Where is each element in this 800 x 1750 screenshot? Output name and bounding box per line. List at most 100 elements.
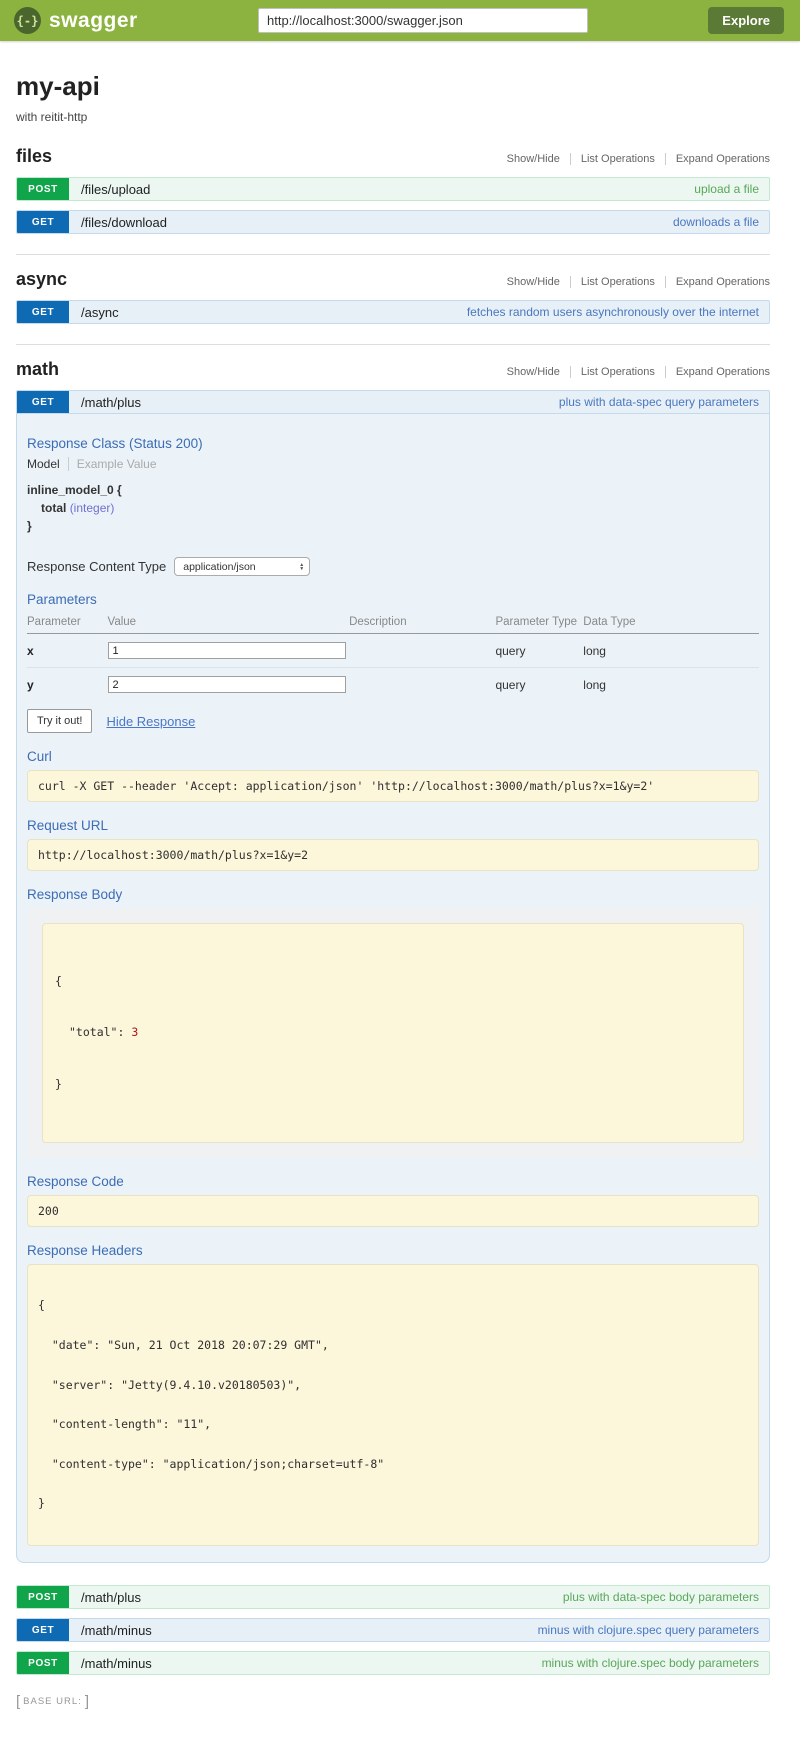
model-property: total (integer) xyxy=(41,499,759,517)
param-description xyxy=(349,634,495,668)
request-url-heading: Request URL xyxy=(27,818,759,833)
op-row-post-math-minus[interactable]: POST /math/minus minus with clojure.spec… xyxy=(16,1651,770,1675)
list-operations-link[interactable]: List Operations xyxy=(570,366,665,378)
section-title[interactable]: math xyxy=(16,359,59,380)
response-code-value: 200 xyxy=(27,1195,759,1227)
param-row-x: x query long xyxy=(27,634,759,668)
endpoint-path[interactable]: /files/download xyxy=(81,215,167,230)
response-code-heading: Response Code xyxy=(27,1174,759,1189)
param-data-type: long xyxy=(583,668,759,702)
swagger-logo-icon: {-} xyxy=(14,7,41,34)
section-async-header: async Show/Hide List Operations Expand O… xyxy=(16,269,770,290)
expand-operations-link[interactable]: Expand Operations xyxy=(665,153,770,165)
response-headers-heading: Response Headers xyxy=(27,1243,759,1258)
endpoint-summary: minus with clojure.spec query parameters xyxy=(538,1623,759,1637)
method-badge: POST xyxy=(17,178,69,200)
param-name: y xyxy=(27,668,108,702)
section-controls: Show/Hide List Operations Expand Operati… xyxy=(497,366,770,378)
response-body-heading: Response Body xyxy=(27,887,759,902)
show-hide-link[interactable]: Show/Hide xyxy=(497,153,570,165)
json-total-value: 3 xyxy=(131,1025,138,1039)
op-row-post-files-upload[interactable]: POST /files/upload upload a file xyxy=(16,177,770,201)
model-close-brace: } xyxy=(27,517,759,535)
col-data-type: Data Type xyxy=(583,613,759,634)
section-files-header: files Show/Hide List Operations Expand O… xyxy=(16,146,770,167)
headers-line: "content-type": "application/json;charse… xyxy=(38,1458,748,1471)
try-it-out-button[interactable]: Try it out! xyxy=(27,709,92,733)
section-math-header: math Show/Hide List Operations Expand Op… xyxy=(16,359,770,380)
method-badge: GET xyxy=(17,211,69,233)
endpoint-summary: upload a file xyxy=(694,182,759,196)
endpoint-summary: plus with data-spec query parameters xyxy=(559,395,759,409)
op-row-get-math-plus[interactable]: GET /math/plus plus with data-spec query… xyxy=(16,390,770,414)
endpoint-path[interactable]: /math/plus xyxy=(81,395,141,410)
param-type: query xyxy=(495,634,583,668)
expand-operations-link[interactable]: Expand Operations xyxy=(665,276,770,288)
model-tabs: Model Example Value xyxy=(27,457,759,471)
op-row-post-math-plus[interactable]: POST /math/plus plus with data-spec body… xyxy=(16,1585,770,1609)
endpoint-path[interactable]: /math/minus xyxy=(81,1656,152,1671)
request-url: http://localhost:3000/math/plus?x=1&y=2 xyxy=(27,839,759,871)
api-title: my-api xyxy=(16,71,770,102)
param-data-type: long xyxy=(583,634,759,668)
param-description xyxy=(349,668,495,702)
parameters-table: Parameter Value Description Parameter Ty… xyxy=(27,613,759,701)
method-badge: GET xyxy=(17,1619,69,1641)
section-controls: Show/Hide List Operations Expand Operati… xyxy=(497,276,770,288)
list-operations-link[interactable]: List Operations xyxy=(570,153,665,165)
api-subtitle: with reitit-http xyxy=(16,110,770,124)
endpoint-path[interactable]: /math/minus xyxy=(81,1623,152,1638)
col-value: Value xyxy=(108,613,350,634)
bracket-close: ] xyxy=(85,1693,89,1710)
tab-model[interactable]: Model xyxy=(27,457,68,471)
endpoint-path[interactable]: /files/upload xyxy=(81,182,150,197)
method-badge: POST xyxy=(17,1586,69,1608)
select-arrows-icon: ▲▼ xyxy=(299,563,304,571)
show-hide-link[interactable]: Show/Hide xyxy=(497,276,570,288)
param-value-input-y[interactable] xyxy=(108,676,346,693)
show-hide-link[interactable]: Show/Hide xyxy=(497,366,570,378)
response-class-heading: Response Class (Status 200) xyxy=(27,436,759,451)
base-url-footer: [ BASE URL: ] xyxy=(0,1693,800,1710)
headers-line: "date": "Sun, 21 Oct 2018 20:07:29 GMT", xyxy=(38,1339,748,1352)
param-value-input-x[interactable] xyxy=(108,642,346,659)
model-open-brace: inline_model_0 { xyxy=(27,481,759,499)
method-badge: GET xyxy=(17,301,69,323)
section-async: async Show/Hide List Operations Expand O… xyxy=(16,254,770,324)
model-property-name: total xyxy=(41,501,66,515)
param-row-y: y query long xyxy=(27,668,759,702)
swagger-brand-link[interactable]: {-} swagger xyxy=(14,7,138,34)
selected-content-type: application/json xyxy=(183,561,299,573)
endpoint-path[interactable]: /math/plus xyxy=(81,1590,141,1605)
curl-command: curl -X GET --header 'Accept: applicatio… xyxy=(27,770,759,802)
op-row-get-async[interactable]: GET /async fetches random users asynchro… xyxy=(16,300,770,324)
method-badge: POST xyxy=(17,1652,69,1674)
op-row-get-math-minus[interactable]: GET /math/minus minus with clojure.spec … xyxy=(16,1618,770,1642)
brand-title: swagger xyxy=(49,9,138,33)
method-badge: GET xyxy=(17,391,69,413)
actions-row: Try it out! Hide Response xyxy=(27,709,759,733)
param-name: x xyxy=(27,634,108,668)
response-headers-json: { "date": "Sun, 21 Oct 2018 20:07:29 GMT… xyxy=(27,1264,759,1546)
hide-response-link[interactable]: Hide Response xyxy=(106,714,195,729)
page-content: my-api with reitit-http files Show/Hide … xyxy=(0,71,800,1675)
col-parameter: Parameter xyxy=(27,613,108,634)
headers-line: { xyxy=(38,1299,748,1312)
expand-operations-link[interactable]: Expand Operations xyxy=(665,366,770,378)
spec-url-input[interactable] xyxy=(258,8,588,33)
response-content-type-row: Response Content Type application/json ▲… xyxy=(27,557,759,576)
json-close-brace: } xyxy=(55,1076,731,1093)
op-row-get-files-download[interactable]: GET /files/download downloads a file xyxy=(16,210,770,234)
json-total-line: "total": 3 xyxy=(55,1024,731,1041)
section-title[interactable]: files xyxy=(16,146,52,167)
response-content-type-select[interactable]: application/json ▲▼ xyxy=(174,557,310,576)
model-property-type: (integer) xyxy=(70,501,115,515)
list-operations-link[interactable]: List Operations xyxy=(570,276,665,288)
explore-button[interactable]: Explore xyxy=(708,7,784,34)
top-bar: {-} swagger Explore xyxy=(0,0,800,41)
section-controls: Show/Hide List Operations Expand Operati… xyxy=(497,153,770,165)
section-title[interactable]: async xyxy=(16,269,67,290)
endpoint-path[interactable]: /async xyxy=(81,305,119,320)
col-description: Description xyxy=(349,613,495,634)
tab-example-value[interactable]: Example Value xyxy=(68,457,157,471)
